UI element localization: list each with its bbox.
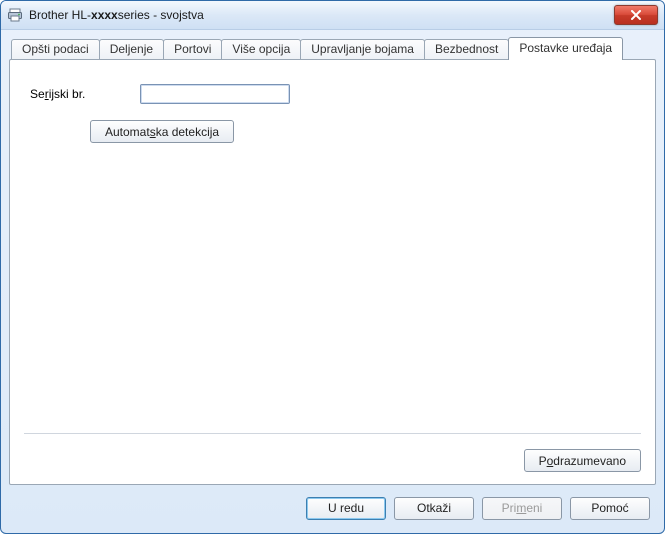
client-area: Opšti podaci Deljenje Portovi Više opcij… xyxy=(9,37,656,525)
tab-ports[interactable]: Portovi xyxy=(163,39,222,60)
serial-label: Serijski br. xyxy=(30,87,140,101)
auto-detect-row: Automatska detekcija xyxy=(90,120,635,143)
auto-detect-button[interactable]: Automatska detekcija xyxy=(90,120,234,143)
close-button[interactable] xyxy=(614,5,658,25)
tab-advanced[interactable]: Više opcija xyxy=(221,39,301,60)
tab-color-mgmt[interactable]: Upravljanje bojama xyxy=(300,39,425,60)
serial-input[interactable] xyxy=(140,84,290,104)
separator xyxy=(24,433,641,434)
ok-button[interactable]: U redu xyxy=(306,497,386,520)
help-button[interactable]: Pomoć xyxy=(570,497,650,520)
cancel-button[interactable]: Otkaži xyxy=(394,497,474,520)
apply-button[interactable]: Primeni xyxy=(482,497,562,520)
dialog-footer: U redu Otkaži Primeni Pomoć xyxy=(9,491,656,525)
tab-sharing[interactable]: Deljenje xyxy=(99,39,164,60)
dialog-window: Brother HL-xxxxseries - svojstva Opšti p… xyxy=(0,0,665,534)
printer-icon xyxy=(7,7,23,23)
tab-security[interactable]: Bezbednost xyxy=(424,39,509,60)
close-icon xyxy=(630,10,642,20)
serial-row: Serijski br. xyxy=(30,84,635,104)
title-bar: Brother HL-xxxxseries - svojstva xyxy=(1,1,664,30)
tab-device-settings[interactable]: Postavke uređaja xyxy=(508,37,623,60)
window-title: Brother HL-xxxxseries - svojstva xyxy=(29,8,614,22)
tab-page-device-settings: Serijski br. Automatska detekcija Podraz… xyxy=(9,59,656,485)
tab-strip: Opšti podaci Deljenje Portovi Više opcij… xyxy=(9,37,656,59)
defaults-button[interactable]: Podrazumevano xyxy=(524,449,641,472)
tab-general[interactable]: Opšti podaci xyxy=(11,39,100,60)
